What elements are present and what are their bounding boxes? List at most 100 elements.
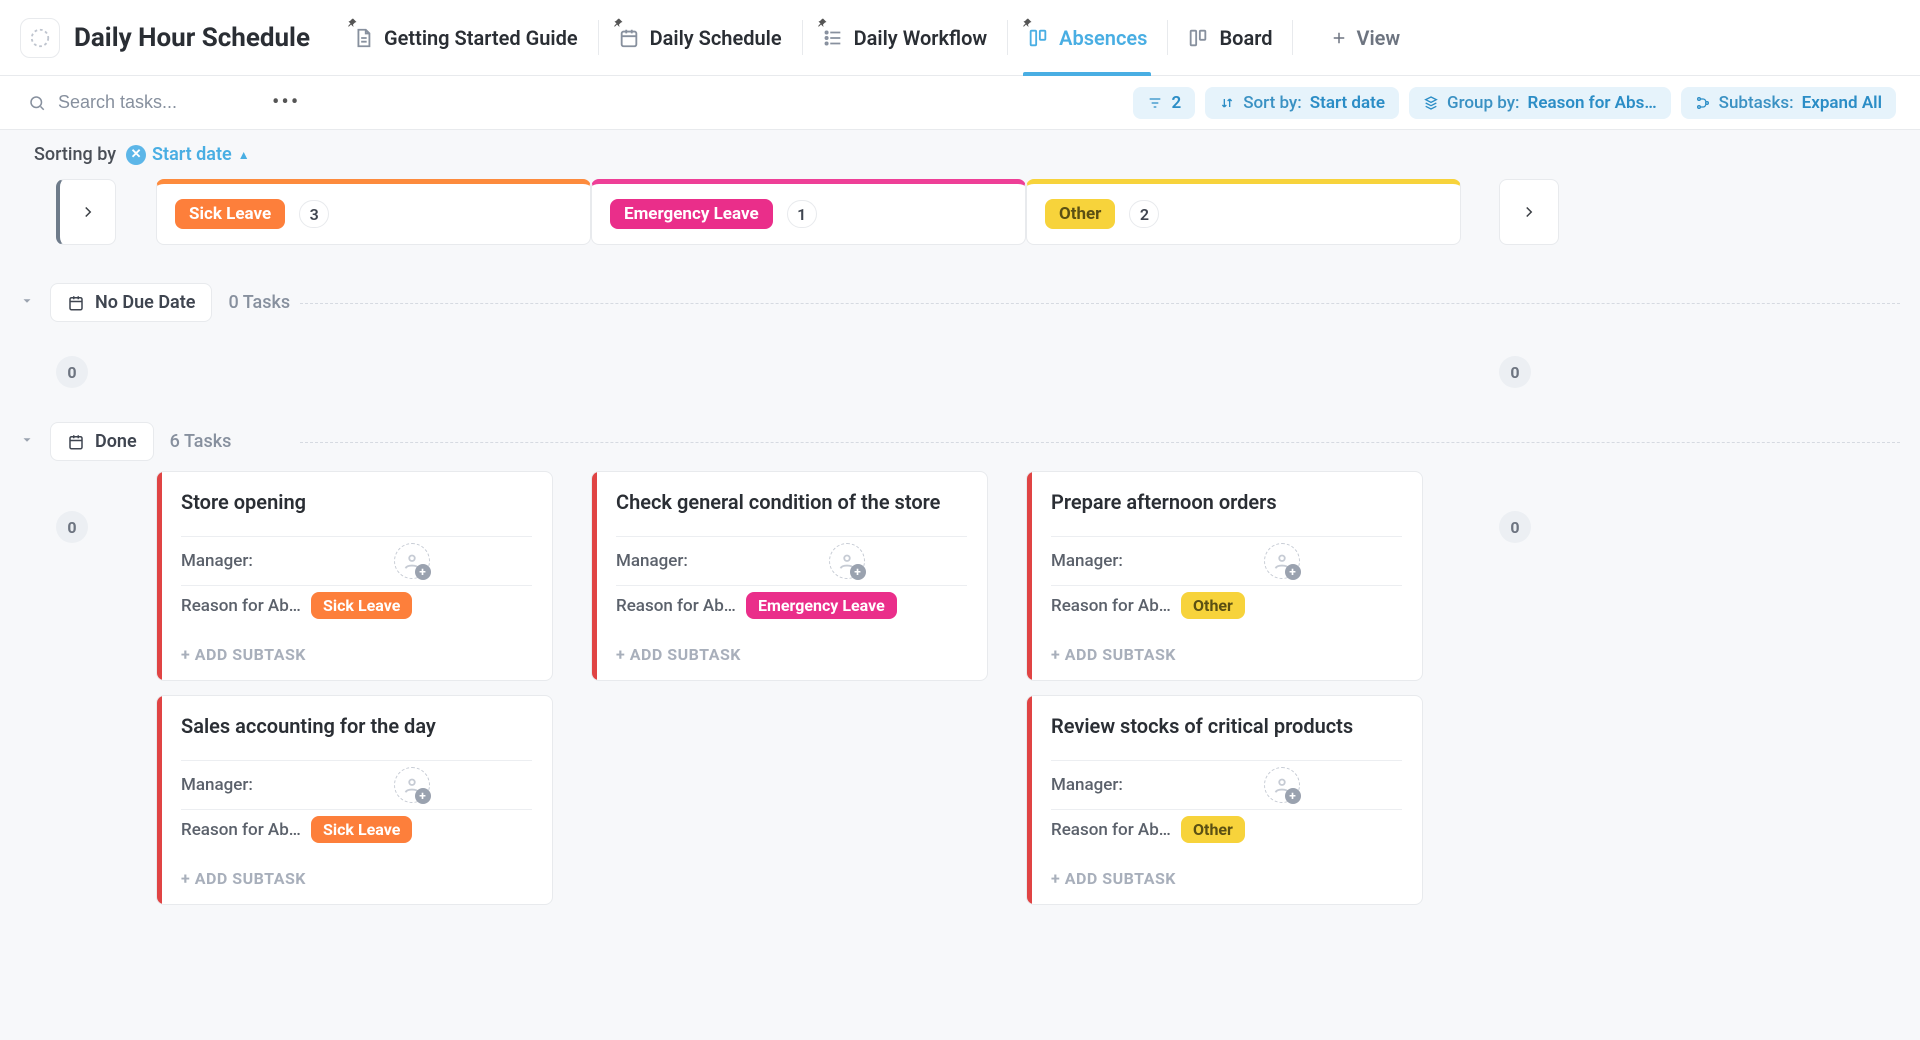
- field-reason-label: Reason for Absence:: [181, 596, 301, 616]
- reason-pill: Sick Leave: [311, 816, 412, 843]
- group-task-count: 6 Tasks: [170, 431, 232, 452]
- tab-label: Daily Schedule: [650, 26, 782, 50]
- column-headers: Sick Leave 3 Emergency Leave 1 Other 2: [0, 179, 1920, 245]
- group-label: No Due Date: [95, 292, 195, 313]
- task-card[interactable]: Store opening Manager: + Reason for Abse…: [156, 471, 553, 681]
- column-badge: Sick Leave: [175, 199, 285, 229]
- group-no-due-date: No Due Date 0 Tasks: [0, 273, 1920, 332]
- toolbar: ••• 2 Sort by: Start date Group by: Reas…: [0, 76, 1920, 130]
- cards-col-emergency-leave: Check general condition of the store Man…: [591, 471, 1026, 681]
- sort-indicator: Sorting by ✕ Start date ▲: [0, 130, 1920, 179]
- tab-board[interactable]: Board: [1167, 0, 1292, 75]
- assignee-add[interactable]: +: [394, 543, 430, 579]
- column-count: 1: [787, 200, 817, 228]
- column-header-other[interactable]: Other 2: [1026, 179, 1461, 245]
- group-value: Reason for Abs…: [1528, 93, 1657, 113]
- tab-label: Daily Workflow: [854, 26, 988, 50]
- chevron-down-icon: [20, 294, 34, 308]
- assignee-add[interactable]: +: [1264, 767, 1300, 803]
- card-title: Sales accounting for the day: [181, 714, 532, 738]
- field-manager-label: Manager:: [1051, 775, 1151, 795]
- tab-absences[interactable]: Absences: [1007, 0, 1167, 75]
- task-card[interactable]: Check general condition of the store Man…: [591, 471, 988, 681]
- scroll-left-button[interactable]: [56, 179, 116, 245]
- add-subtask-button[interactable]: + ADD SUBTASK: [157, 857, 552, 904]
- scroll-right-button[interactable]: [1499, 179, 1559, 245]
- task-card[interactable]: Sales accounting for the day Manager: + …: [156, 695, 553, 905]
- field-reason-label: Reason for Absence:: [1051, 596, 1171, 616]
- pin-icon: [816, 10, 828, 34]
- sort-field: Start date: [152, 144, 232, 165]
- subtasks-key: Subtasks:: [1719, 93, 1794, 113]
- topbar: Daily Hour Schedule Getting Started Guid…: [0, 0, 1920, 76]
- column-zero-right: 0: [1499, 356, 1531, 388]
- tabs: Getting Started Guide Daily Schedule Dai…: [332, 0, 1313, 75]
- subtasks-value: Expand All: [1802, 93, 1882, 113]
- cards-col-sick-leave: Store opening Manager: + Reason for Abse…: [156, 471, 591, 905]
- add-view-label: View: [1356, 26, 1400, 50]
- assignee-add[interactable]: +: [394, 767, 430, 803]
- group-chip[interactable]: No Due Date: [50, 283, 212, 322]
- add-subtask-button[interactable]: + ADD SUBTASK: [1027, 857, 1422, 904]
- tab-label: Getting Started Guide: [384, 26, 578, 50]
- column-badge: Other: [1045, 199, 1115, 229]
- cards-col-other: Prepare afternoon orders Manager: + Reas…: [1026, 471, 1461, 905]
- assignee-add[interactable]: +: [829, 543, 865, 579]
- card-title: Store opening: [181, 490, 532, 514]
- pin-icon: [346, 10, 358, 34]
- sort-label: Sorting by: [34, 144, 116, 165]
- task-card[interactable]: Review stocks of critical products Manag…: [1026, 695, 1423, 905]
- subtasks-chip[interactable]: Subtasks: Expand All: [1681, 87, 1896, 119]
- reason-pill: Sick Leave: [311, 592, 412, 619]
- collapse-toggle[interactable]: [20, 293, 34, 312]
- group-icon: [1423, 95, 1439, 111]
- app-icon: [20, 18, 60, 58]
- filter-chip[interactable]: 2: [1133, 87, 1195, 119]
- task-card[interactable]: Prepare afternoon orders Manager: + Reas…: [1026, 471, 1423, 681]
- search-input[interactable]: [56, 91, 256, 114]
- clear-sort-icon[interactable]: ✕: [126, 145, 146, 165]
- tab-label: Board: [1219, 26, 1272, 50]
- collapse-toggle[interactable]: [20, 432, 34, 451]
- field-manager-label: Manager:: [181, 551, 281, 571]
- sort-value: Start date: [1310, 93, 1385, 113]
- plus-icon: +: [1285, 564, 1301, 580]
- group-task-count: 0 Tasks: [228, 292, 290, 313]
- search-icon: [28, 94, 46, 112]
- plus-icon: +: [1285, 788, 1301, 804]
- add-subtask-button[interactable]: + ADD SUBTASK: [157, 633, 552, 680]
- app-title: Daily Hour Schedule: [74, 23, 310, 53]
- tab-label: Absences: [1059, 26, 1147, 50]
- sort-chip[interactable]: Sort by: Start date: [1205, 87, 1399, 119]
- group-chip[interactable]: Group by: Reason for Abs…: [1409, 87, 1671, 119]
- filter-count: 2: [1171, 93, 1181, 113]
- search: [28, 91, 256, 114]
- group-chip[interactable]: Done: [50, 422, 154, 461]
- column-zero-left: 0: [56, 356, 88, 388]
- calendar-icon: [67, 294, 85, 312]
- add-view-button[interactable]: View: [1316, 26, 1414, 50]
- column-header-sick-leave[interactable]: Sick Leave 3: [156, 179, 591, 245]
- add-subtask-button[interactable]: + ADD SUBTASK: [592, 633, 987, 680]
- chevron-right-icon: [1520, 203, 1538, 221]
- card-title: Review stocks of critical products: [1051, 714, 1402, 738]
- add-subtask-button[interactable]: + ADD SUBTASK: [1027, 633, 1422, 680]
- assignee-add[interactable]: +: [1264, 543, 1300, 579]
- tab-daily-schedule[interactable]: Daily Schedule: [598, 0, 802, 75]
- tab-getting-started[interactable]: Getting Started Guide: [332, 0, 598, 75]
- pin-icon: [1021, 10, 1033, 34]
- no-due-row: 0 0: [0, 332, 1920, 412]
- group-label: Done: [95, 431, 137, 452]
- tab-daily-workflow[interactable]: Daily Workflow: [802, 0, 1008, 75]
- chevron-down-icon: [20, 433, 34, 447]
- sort-field-chip[interactable]: ✕ Start date ▲: [126, 144, 250, 165]
- reason-pill: Emergency Leave: [746, 592, 897, 619]
- sort-asc-icon: ▲: [238, 148, 250, 162]
- more-menu[interactable]: •••: [266, 90, 306, 115]
- done-cards: 0 Store opening Manager: + Reason for Ab…: [0, 471, 1920, 905]
- reason-pill: Other: [1181, 816, 1245, 843]
- column-header-emergency-leave[interactable]: Emergency Leave 1: [591, 179, 1026, 245]
- field-reason-label: Reason for Absence:: [1051, 820, 1171, 840]
- tab-divider: [1292, 0, 1312, 75]
- field-manager-label: Manager:: [181, 775, 281, 795]
